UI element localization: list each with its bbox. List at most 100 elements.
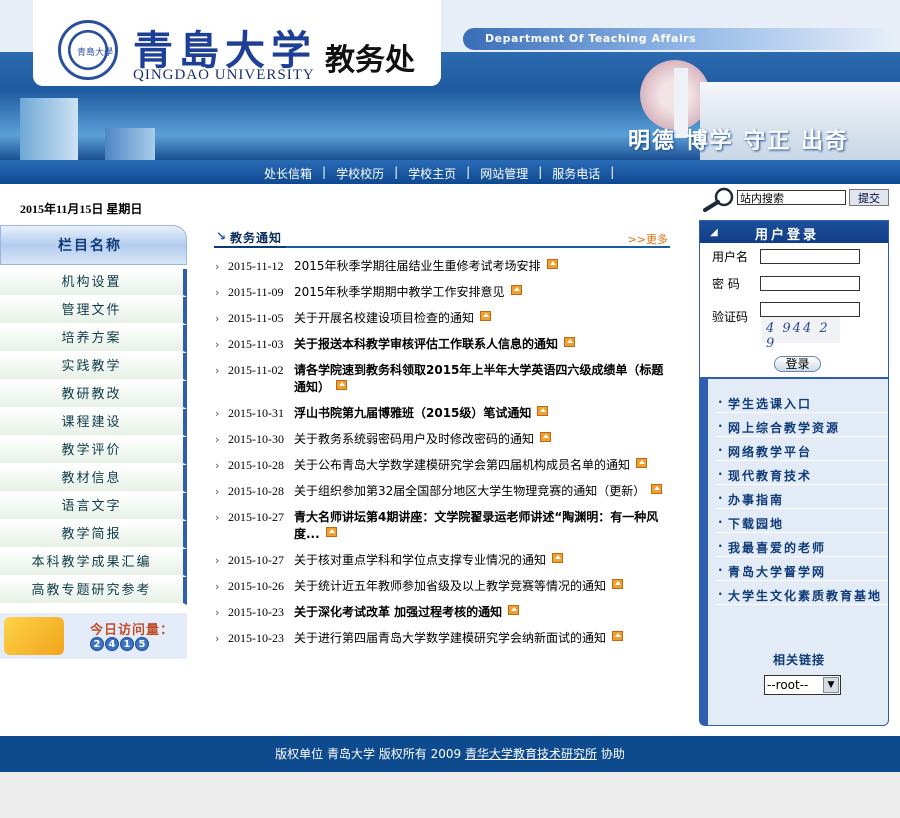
link-supervision[interactable]: 青岛大学督学网 bbox=[716, 563, 888, 581]
footer-copyright: 版权单位 青岛大学 版权所有 2009 bbox=[275, 747, 462, 761]
search-input[interactable] bbox=[737, 190, 846, 205]
notice-title[interactable]: 关于统计近五年教师参加省级及以上教学竞赛等情况的通知 bbox=[294, 578, 670, 595]
sidebar-item-teaching-reform[interactable]: 教研教改 bbox=[0, 381, 187, 409]
sidebar-item-teaching-brief[interactable]: 教学简报 bbox=[0, 521, 187, 549]
footer-assist: 协助 bbox=[600, 747, 625, 761]
link-service-guide[interactable]: 办事指南 bbox=[716, 491, 888, 509]
notice-title[interactable]: 请各学院速到教务科领取2015年上半年大学英语四六级成绩单（标题通知） bbox=[294, 362, 670, 396]
sidebar-item-textbook-info[interactable]: 教材信息 bbox=[0, 465, 187, 493]
notice-title[interactable]: 2015年秋季学期往届结业生重修考试考场安排 bbox=[294, 258, 670, 275]
login-button[interactable]: 登录 bbox=[774, 356, 821, 372]
notice-title-text: 关于核对重点学科和学位点支撑专业情况的通知 bbox=[294, 553, 547, 567]
up-arrow-icon bbox=[508, 605, 520, 615]
sidebar-item-research-reference[interactable]: 高教专题研究参考 bbox=[0, 577, 187, 605]
notice-date: 2015-10-28 bbox=[228, 484, 284, 498]
notice-title[interactable]: 关于开展名校建设项目检查的通知 bbox=[294, 310, 670, 327]
notice-title[interactable]: 关于核对重点学科和学位点支撑专业情况的通知 bbox=[294, 552, 670, 569]
search-submit-button[interactable]: 提交 bbox=[849, 189, 889, 206]
chevron-down-icon: ▼ bbox=[823, 677, 839, 693]
visit-digit: 4 bbox=[105, 637, 119, 651]
link-modern-edu-tech[interactable]: 现代教育技术 bbox=[716, 467, 888, 485]
notice-title-text: 关于公布青岛大学数学建模研究学会第四届机构成员名单的通知 bbox=[294, 458, 631, 472]
sidebar-menu: 机构设置 管理文件 培养方案 实践教学 教研教改 课程建设 教学评价 教材信息 … bbox=[0, 269, 187, 605]
office-title: 教务处 bbox=[325, 43, 415, 78]
notice-item[interactable]: 2015-10-26 关于统计近五年教师参加省级及以上教学竞赛等情况的通知 bbox=[214, 578, 670, 595]
up-arrow-icon bbox=[636, 458, 648, 468]
nav-school-calendar[interactable]: 学校校历 bbox=[328, 165, 392, 182]
notice-item[interactable]: 2015-10-23 关于深化考试改革 加强过程考核的通知 bbox=[214, 604, 670, 621]
notice-item[interactable]: 2015-11-05 关于开展名校建设项目检查的通知 bbox=[214, 310, 670, 327]
notice-item[interactable]: 2015-11-12 2015年秋季学期往届结业生重修考试考场安排 bbox=[214, 258, 670, 275]
nav-service-phone[interactable]: 服务电话 bbox=[544, 165, 608, 182]
notice-title[interactable]: 关于公布青岛大学数学建模研究学会第四届机构成员名单的通知 bbox=[294, 457, 670, 474]
notice-item[interactable]: 2015-11-02 请各学院速到教务科领取2015年上半年大学英语四六级成绩单（… bbox=[214, 362, 670, 396]
quick-links-panel: 学生选课入口 网上综合教学资源 网络教学平台 现代教育技术 办事指南 下载园地 … bbox=[699, 378, 889, 726]
notice-item[interactable]: 2015-10-30 关于教务系统弱密码用户及时修改密码的通知 bbox=[214, 431, 670, 448]
sidebar-item-training-plan[interactable]: 培养方案 bbox=[0, 325, 187, 353]
triangle-icon: ◢ bbox=[710, 227, 721, 238]
sidebar-item-management-docs[interactable]: 管理文件 bbox=[0, 297, 187, 325]
notice-item[interactable]: 2015-10-23 关于进行第四届青岛大学数学建模研究学会纳新面试的通知 bbox=[214, 630, 670, 647]
university-english-name: QINGDAO UNIVERSITY bbox=[133, 67, 315, 83]
link-online-teaching-platform[interactable]: 网络教学平台 bbox=[716, 443, 888, 461]
nav-director-mailbox[interactable]: 处长信箱 bbox=[256, 165, 320, 182]
notice-item[interactable]: 2015-10-28 关于组织参加第32届全国部分地区大学生物理竞赛的通知（更新） bbox=[214, 483, 670, 500]
related-links-select[interactable]: --root-- ▼ bbox=[764, 675, 841, 695]
notice-title[interactable]: 关于深化考试改革 加强过程考核的通知 bbox=[294, 604, 670, 621]
captcha-input[interactable] bbox=[760, 302, 860, 317]
notice-title[interactable]: 关于进行第四届青岛大学数学建模研究学会纳新面试的通知 bbox=[294, 630, 670, 647]
notice-date: 2015-10-23 bbox=[228, 631, 284, 645]
notice-title-text: 关于报送本科教学审核评估工作联系人信息的通知 bbox=[294, 337, 559, 351]
notice-item[interactable]: 2015-11-09 2015年秋季学期期中教学工作安排意见 bbox=[214, 284, 670, 301]
notice-title[interactable]: 2015年秋季学期期中教学工作安排意见 bbox=[294, 284, 670, 301]
notice-title[interactable]: 关于组织参加第32届全国部分地区大学生物理竞赛的通知（更新） bbox=[294, 483, 670, 500]
notice-title[interactable]: 关于教务系统弱密码用户及时修改密码的通知 bbox=[294, 431, 670, 448]
footer-tech-link[interactable]: 青华大学教育技术研究所 bbox=[465, 747, 597, 761]
notice-title-text: 关于深化考试改革 加强过程考核的通知 bbox=[294, 605, 503, 619]
nav-site-admin[interactable]: 网站管理 bbox=[472, 165, 536, 182]
notice-title-text: 浮山书院第九届博雅班（2015级）笔试通知 bbox=[294, 406, 532, 420]
up-arrow-icon bbox=[537, 406, 549, 416]
up-arrow-icon bbox=[336, 380, 348, 390]
notice-item[interactable]: 2015-10-27 青大名师讲坛第4期讲座：文学院翟录运老师讲述“陶渊明：有一种… bbox=[214, 509, 670, 543]
notice-item[interactable]: 2015-10-31 浮山书院第九届博雅班（2015级）笔试通知 bbox=[214, 405, 670, 422]
up-arrow-icon bbox=[510, 285, 522, 295]
notice-item[interactable]: 2015-10-27 关于核对重点学科和学位点支撑专业情况的通知 bbox=[214, 552, 670, 569]
department-bar: Department Of Teaching Affairs bbox=[463, 28, 893, 50]
password-input[interactable] bbox=[760, 276, 860, 291]
visit-counter: 今日访问量： 2 4 1 5 bbox=[0, 613, 187, 659]
more-link[interactable]: >>更多 bbox=[628, 231, 668, 247]
link-course-selection[interactable]: 学生选课入口 bbox=[716, 395, 888, 413]
sidebar-item-course-building[interactable]: 课程建设 bbox=[0, 409, 187, 437]
notice-date: 2015-11-12 bbox=[228, 259, 284, 273]
notice-title-text: 关于开展名校建设项目检查的通知 bbox=[294, 311, 475, 325]
sidebar-item-achievement-compilation[interactable]: 本科教学成果汇编 bbox=[0, 549, 187, 577]
up-arrow-icon bbox=[612, 579, 624, 589]
nav-school-homepage[interactable]: 学校主页 bbox=[400, 165, 464, 182]
up-arrow-icon bbox=[564, 337, 576, 347]
sidebar-item-teaching-evaluation[interactable]: 教学评价 bbox=[0, 437, 187, 465]
login-panel: ◢ 用户登录 用户名 密 码 验证码 4 944 2 9 登录 bbox=[699, 220, 889, 378]
sidebar-item-practice-teaching[interactable]: 实践教学 bbox=[0, 353, 187, 381]
notice-item[interactable]: 2015-11-03 关于报送本科教学审核评估工作联系人信息的通知 bbox=[214, 336, 670, 353]
notice-title-text: 关于组织参加第32届全国部分地区大学生物理竞赛的通知（更新） bbox=[294, 484, 646, 498]
link-online-resources[interactable]: 网上综合教学资源 bbox=[716, 419, 888, 437]
notice-title[interactable]: 青大名师讲坛第4期讲座：文学院翟录运老师讲述“陶渊明：有一种风度... bbox=[294, 509, 670, 543]
related-links-select-value: --root-- bbox=[767, 678, 809, 692]
footer: 版权单位 青岛大学 版权所有 2009 青华大学教育技术研究所 协助 bbox=[0, 736, 900, 772]
link-favorite-teacher[interactable]: 我最喜爱的老师 bbox=[716, 539, 888, 557]
notice-title[interactable]: 关于报送本科教学审核评估工作联系人信息的通知 bbox=[294, 336, 670, 353]
sidebar-item-language[interactable]: 语言文字 bbox=[0, 493, 187, 521]
captcha-image[interactable]: 4 944 2 9 bbox=[762, 317, 840, 351]
notice-date: 2015-10-28 bbox=[228, 458, 284, 472]
up-arrow-icon bbox=[540, 432, 552, 442]
counter-icon bbox=[4, 617, 64, 655]
link-downloads[interactable]: 下载园地 bbox=[716, 515, 888, 533]
notice-item[interactable]: 2015-10-28 关于公布青岛大学数学建模研究学会第四届机构成员名单的通知 bbox=[214, 457, 670, 474]
link-culture-base[interactable]: 大学生文化素质教育基地 bbox=[716, 587, 888, 605]
building-image bbox=[20, 98, 78, 160]
notice-date: 2015-11-09 bbox=[228, 285, 284, 299]
sidebar-item-organization[interactable]: 机构设置 bbox=[0, 269, 187, 297]
notice-title[interactable]: 浮山书院第九届博雅班（2015级）笔试通知 bbox=[294, 405, 670, 422]
username-input[interactable] bbox=[760, 249, 860, 264]
